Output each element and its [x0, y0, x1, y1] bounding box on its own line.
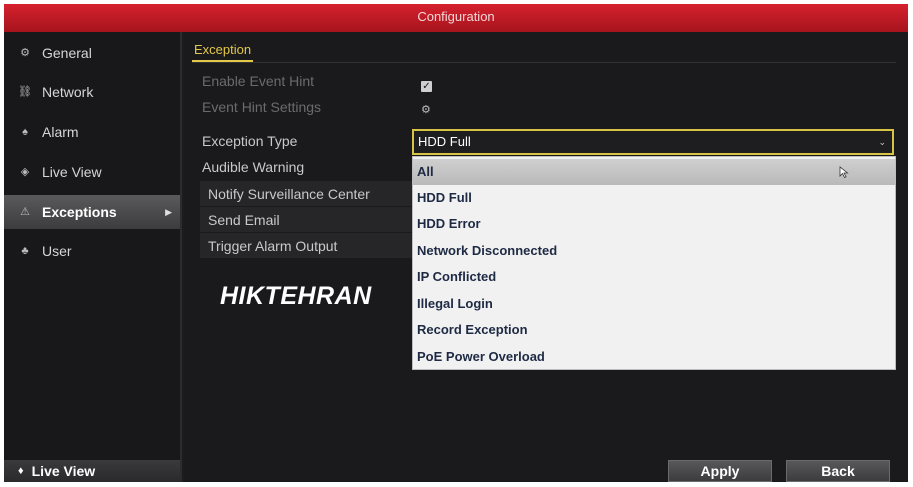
chevron-down-icon: ⌄ — [878, 137, 886, 147]
back-button[interactable]: Back — [786, 460, 890, 482]
dropdown-option-network-disconnected[interactable]: Network Disconnected — [413, 238, 895, 264]
exception-type-label: Exception Type — [202, 133, 298, 149]
dropdown-option-ip-conflicted[interactable]: IP Conflicted — [413, 264, 895, 290]
warning-icon: ⚠ — [20, 206, 30, 218]
exception-type-dropdown: All HDD Full HDD Error Network Disconnec… — [412, 156, 896, 370]
live-view-label: Live View — [31, 463, 96, 479]
main-panel: Exception Enable Event Hint ✓ Event Hint… — [184, 32, 908, 482]
dropdown-option-hdd-error[interactable]: HDD Error — [413, 211, 895, 237]
send-email-label: Send Email — [200, 207, 412, 233]
alarm-icon: ♠ — [22, 126, 28, 138]
dropdown-option-illegal-login[interactable]: Illegal Login — [413, 291, 895, 317]
window-title: Configuration — [4, 4, 908, 32]
sidebar-item-label: Network — [42, 84, 94, 100]
dropdown-option-all[interactable]: All — [413, 159, 895, 185]
trigger-alarm-output-label: Trigger Alarm Output — [200, 233, 412, 259]
sidebar-item-label: Live View — [42, 164, 102, 180]
sidebar-item-label: User — [42, 243, 72, 259]
notify-surveillance-center-label: Notify Surveillance Center — [200, 181, 412, 207]
exception-type-select[interactable]: HDD Full ⌄ — [412, 129, 894, 155]
sidebar-item-exceptions[interactable]: ⚠ Exceptions ▶ — [4, 195, 180, 229]
sidebar-item-user[interactable]: ♣ User — [4, 234, 180, 268]
exception-type-value: HDD Full — [418, 134, 471, 149]
home-icon: ♦ — [18, 465, 24, 477]
sidebar-item-label: General — [42, 45, 92, 61]
watermark-text: HIKTEHRAN — [220, 282, 372, 310]
sidebar-item-live-view[interactable]: ◈ Live View — [4, 155, 180, 189]
sidebar-item-alarm[interactable]: ♠ Alarm — [4, 115, 180, 149]
network-icon: ⛓ — [18, 86, 32, 98]
sidebar-item-label: Alarm — [42, 124, 79, 140]
chevron-right-icon: ▶ — [165, 207, 172, 217]
eye-icon: ◈ — [20, 166, 30, 178]
settings-gear-icon[interactable]: ⚙ — [421, 103, 431, 116]
audible-warning-label: Audible Warning — [202, 159, 305, 175]
sidebar-item-general[interactable]: ⚙ General — [4, 36, 180, 70]
sidebar: ⚙ General ⛓ Network ♠ Alarm ◈ Live View … — [4, 32, 182, 482]
dropdown-option-record-exception[interactable]: Record Exception — [413, 317, 895, 343]
enable-event-hint-label: Enable Event Hint — [202, 73, 315, 89]
event-hint-settings-label: Event Hint Settings — [202, 99, 322, 115]
configuration-screen: Configuration ⚙ General ⛓ Network ♠ Alar… — [4, 4, 908, 482]
mouse-cursor-icon — [839, 166, 849, 178]
dropdown-option-poe-power-overload[interactable]: PoE Power Overload — [413, 344, 895, 370]
apply-button[interactable]: Apply — [668, 460, 772, 482]
enable-event-hint-checkbox[interactable]: ✓ — [421, 81, 432, 92]
dropdown-option-hdd-full[interactable]: HDD Full — [413, 185, 895, 211]
live-view-button[interactable]: ♦ Live View — [4, 460, 180, 482]
sidebar-item-label: Exceptions — [42, 204, 117, 220]
tab-exception[interactable]: Exception — [192, 40, 254, 62]
users-icon: ♣ — [21, 245, 29, 257]
sidebar-item-network[interactable]: ⛓ Network — [4, 75, 180, 109]
gear-icon: ⚙ — [20, 47, 30, 59]
tab-divider — [192, 62, 896, 63]
